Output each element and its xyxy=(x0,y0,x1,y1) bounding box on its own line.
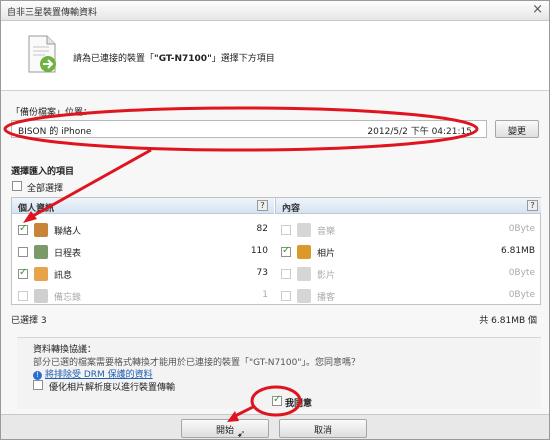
title-bar: 自非三星裝置傳輸資料 × xyxy=(1,1,549,21)
photo-icon xyxy=(297,245,311,259)
content-item-value: 0Byte xyxy=(508,268,535,278)
memo-icon xyxy=(34,289,48,303)
content-checkbox[interactable]: ✓ xyxy=(281,245,291,257)
window-title: 自非三星裝置傳輸資料 xyxy=(7,8,98,18)
content-item-value: 0Byte xyxy=(508,224,535,234)
content-checkbox[interactable] xyxy=(281,291,291,301)
personal-item-label: 備忘錄 xyxy=(54,293,82,303)
personal-item-label: 日程表 xyxy=(54,249,82,259)
check-icon: ✓ xyxy=(273,394,282,405)
personal-item-value: 1 xyxy=(262,290,268,300)
content-item-label: 音樂 xyxy=(317,227,336,237)
backup-location-label: 「備份檔案」位置： xyxy=(11,108,93,118)
backup-file-row[interactable]: BISON 的 iPhone 2012/5/2 下午 04:21:15 xyxy=(11,120,487,138)
device-name: "GT-N7100" xyxy=(154,54,212,64)
content-item-value: 6.81MB xyxy=(501,246,535,256)
items-panel: 個人資訊 ? 內容 ? ✓ 聯絡人 82 日程表 110 ✓ 訊息 73 備忘錄 1 音樂 0Byt… xyxy=(11,197,541,305)
agree-checkbox[interactable]: ✓ xyxy=(272,394,282,406)
personal-item-value: 110 xyxy=(250,246,268,256)
content-item-label: 相片 xyxy=(317,249,336,259)
select-all-label: 全部選擇 xyxy=(27,184,64,194)
info-icon: ! xyxy=(33,371,42,380)
content-row[interactable]: ✓ 相片 6.81MB xyxy=(275,242,541,264)
personal-item-value: 82 xyxy=(256,224,268,234)
content-row[interactable]: 影片 0Byte xyxy=(275,264,541,286)
content-help-icon[interactable]: ? xyxy=(527,200,538,211)
check-icon: ✓ xyxy=(19,223,28,234)
close-icon[interactable]: × xyxy=(532,2,543,17)
check-icon: ✓ xyxy=(282,245,291,256)
optimize-photo-checkbox[interactable] xyxy=(33,380,43,390)
selected-count: 已選擇 3 xyxy=(11,316,47,326)
personal-help-icon[interactable]: ? xyxy=(257,200,268,211)
content-checkbox[interactable] xyxy=(281,225,291,235)
personal-item-value: 73 xyxy=(256,268,268,278)
mouse-cursor-icon: ➹ xyxy=(237,429,246,440)
contacts-icon xyxy=(34,223,48,237)
personal-row[interactable]: 備忘錄 1 xyxy=(12,286,274,308)
content-item-value: 0Byte xyxy=(508,290,535,300)
select-all-checkbox[interactable] xyxy=(12,181,22,191)
select-items-title: 選擇匯入的項目 xyxy=(11,167,75,177)
content-checkbox[interactable] xyxy=(281,269,291,279)
content-item-label: 播客 xyxy=(317,293,336,303)
document-transfer-icon xyxy=(28,35,56,73)
agreement-section: 資料轉換協議： 部分已選的檔案需要格式轉換才能用於已連接的裝置「"GT-N710… xyxy=(17,337,541,409)
personal-item-label: 訊息 xyxy=(54,271,73,281)
personal-checkbox[interactable]: ✓ xyxy=(18,223,28,235)
personal-checkbox[interactable] xyxy=(18,247,28,257)
header-banner: 請為已連接的裝置「"GT-N7100"」選擇下方項目 xyxy=(1,21,549,91)
content-item-label: 影片 xyxy=(317,271,336,281)
backup-datetime: 2012/5/2 下午 04:21:15 xyxy=(367,127,472,137)
music-icon xyxy=(297,223,311,237)
calendar-icon xyxy=(34,245,48,259)
transfer-dialog: 自非三星裝置傳輸資料 × 請為已連接的裝置「"GT-N7100"」選擇下方項目 … xyxy=(0,0,550,440)
content-row[interactable]: 播客 0Byte xyxy=(275,286,541,308)
personal-item-label: 聯絡人 xyxy=(54,227,82,237)
agreement-title: 資料轉換協議： xyxy=(33,345,97,355)
personal-row[interactable]: 日程表 110 xyxy=(12,242,274,264)
video-icon xyxy=(297,267,311,281)
drm-info-link[interactable]: ! 將排除受 DRM 保護的資料 xyxy=(33,367,153,380)
message-icon xyxy=(34,267,48,281)
personal-row[interactable]: ✓ 訊息 73 xyxy=(12,264,274,286)
personal-checkbox[interactable] xyxy=(18,291,28,301)
content-header: 內容 ? xyxy=(275,198,541,214)
personal-row[interactable]: ✓ 聯絡人 82 xyxy=(12,220,274,242)
personal-checkbox[interactable]: ✓ xyxy=(18,267,28,279)
podcast-icon xyxy=(297,289,311,303)
total-size: 共 6.81MB 個 xyxy=(479,316,537,326)
start-button[interactable]: 開始 xyxy=(181,419,269,438)
check-icon: ✓ xyxy=(19,267,28,278)
agree-label: 我同意 xyxy=(285,399,313,409)
backup-device: BISON 的 iPhone xyxy=(18,127,92,137)
dialog-footer: 開始 取消 ➹ xyxy=(1,414,549,440)
personal-info-header: 個人資訊 ? xyxy=(12,198,274,214)
optimize-photo-label: 優化相片解析度以進行裝置傳輸 xyxy=(49,383,176,393)
change-button[interactable]: 變更 xyxy=(495,120,539,138)
cancel-button[interactable]: 取消 xyxy=(279,419,367,438)
header-message: 請為已連接的裝置「"GT-N7100"」選擇下方項目 xyxy=(73,54,275,64)
content-row[interactable]: 音樂 0Byte xyxy=(275,220,541,242)
